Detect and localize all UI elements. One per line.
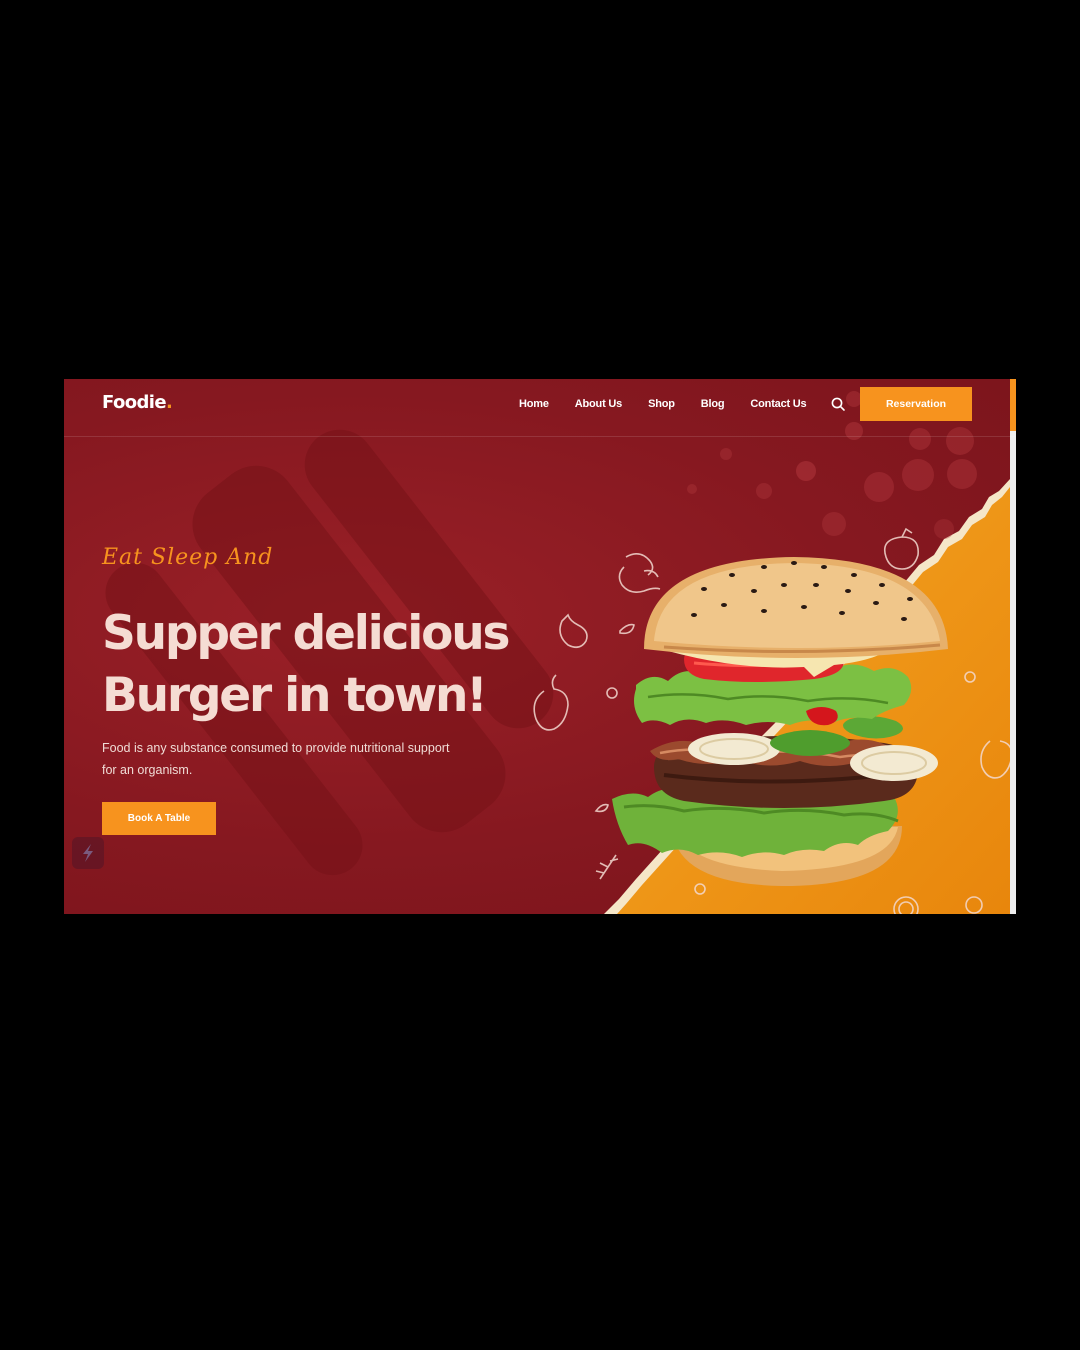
hero-description: Food is any substance consumed to provid… [102, 741, 450, 777]
lightning-icon [83, 844, 93, 862]
hero-headline: Supper delicious Burger in town! [102, 603, 572, 727]
headline-line-2: Burger in town! [102, 668, 488, 723]
tomato-icon [883, 527, 919, 570]
page-scrollbar[interactable] [1010, 379, 1016, 914]
website-screenshot: Foodie. Home About Us Shop Blog Contact … [64, 379, 1016, 914]
ring-icon [965, 896, 983, 914]
book-a-table-button[interactable]: Book A Table [102, 802, 216, 835]
leaf-icon [594, 803, 609, 813]
reservation-button[interactable]: Reservation [860, 387, 972, 421]
herb-icon [595, 854, 619, 880]
pepper-icon [980, 740, 1013, 779]
brand-name: Foodie [102, 392, 167, 413]
brand-dot: . [165, 392, 173, 413]
ring-icon [606, 687, 618, 699]
shrimp-icon [618, 553, 661, 593]
nav-shop[interactable]: Shop [648, 398, 675, 410]
leaf-icon [619, 623, 635, 635]
main-nav: Home About Us Shop Blog Contact Us [519, 397, 832, 411]
headline-line-1: Supper delicious [102, 606, 510, 661]
nav-contact-us[interactable]: Contact Us [750, 398, 806, 410]
site-header: Foodie. Home About Us Shop Blog Contact … [64, 379, 1016, 437]
nav-home[interactable]: Home [519, 398, 549, 410]
nav-blog[interactable]: Blog [701, 398, 725, 410]
ring-icon [964, 671, 976, 683]
nav-about-us[interactable]: About Us [575, 398, 622, 410]
search-icon[interactable] [830, 396, 846, 412]
plugin-badge[interactable] [72, 837, 104, 869]
ring-icon [694, 883, 706, 895]
brand-logo[interactable]: Foodie. [102, 392, 173, 413]
hero-tagline: Eat Sleep And [102, 545, 274, 570]
